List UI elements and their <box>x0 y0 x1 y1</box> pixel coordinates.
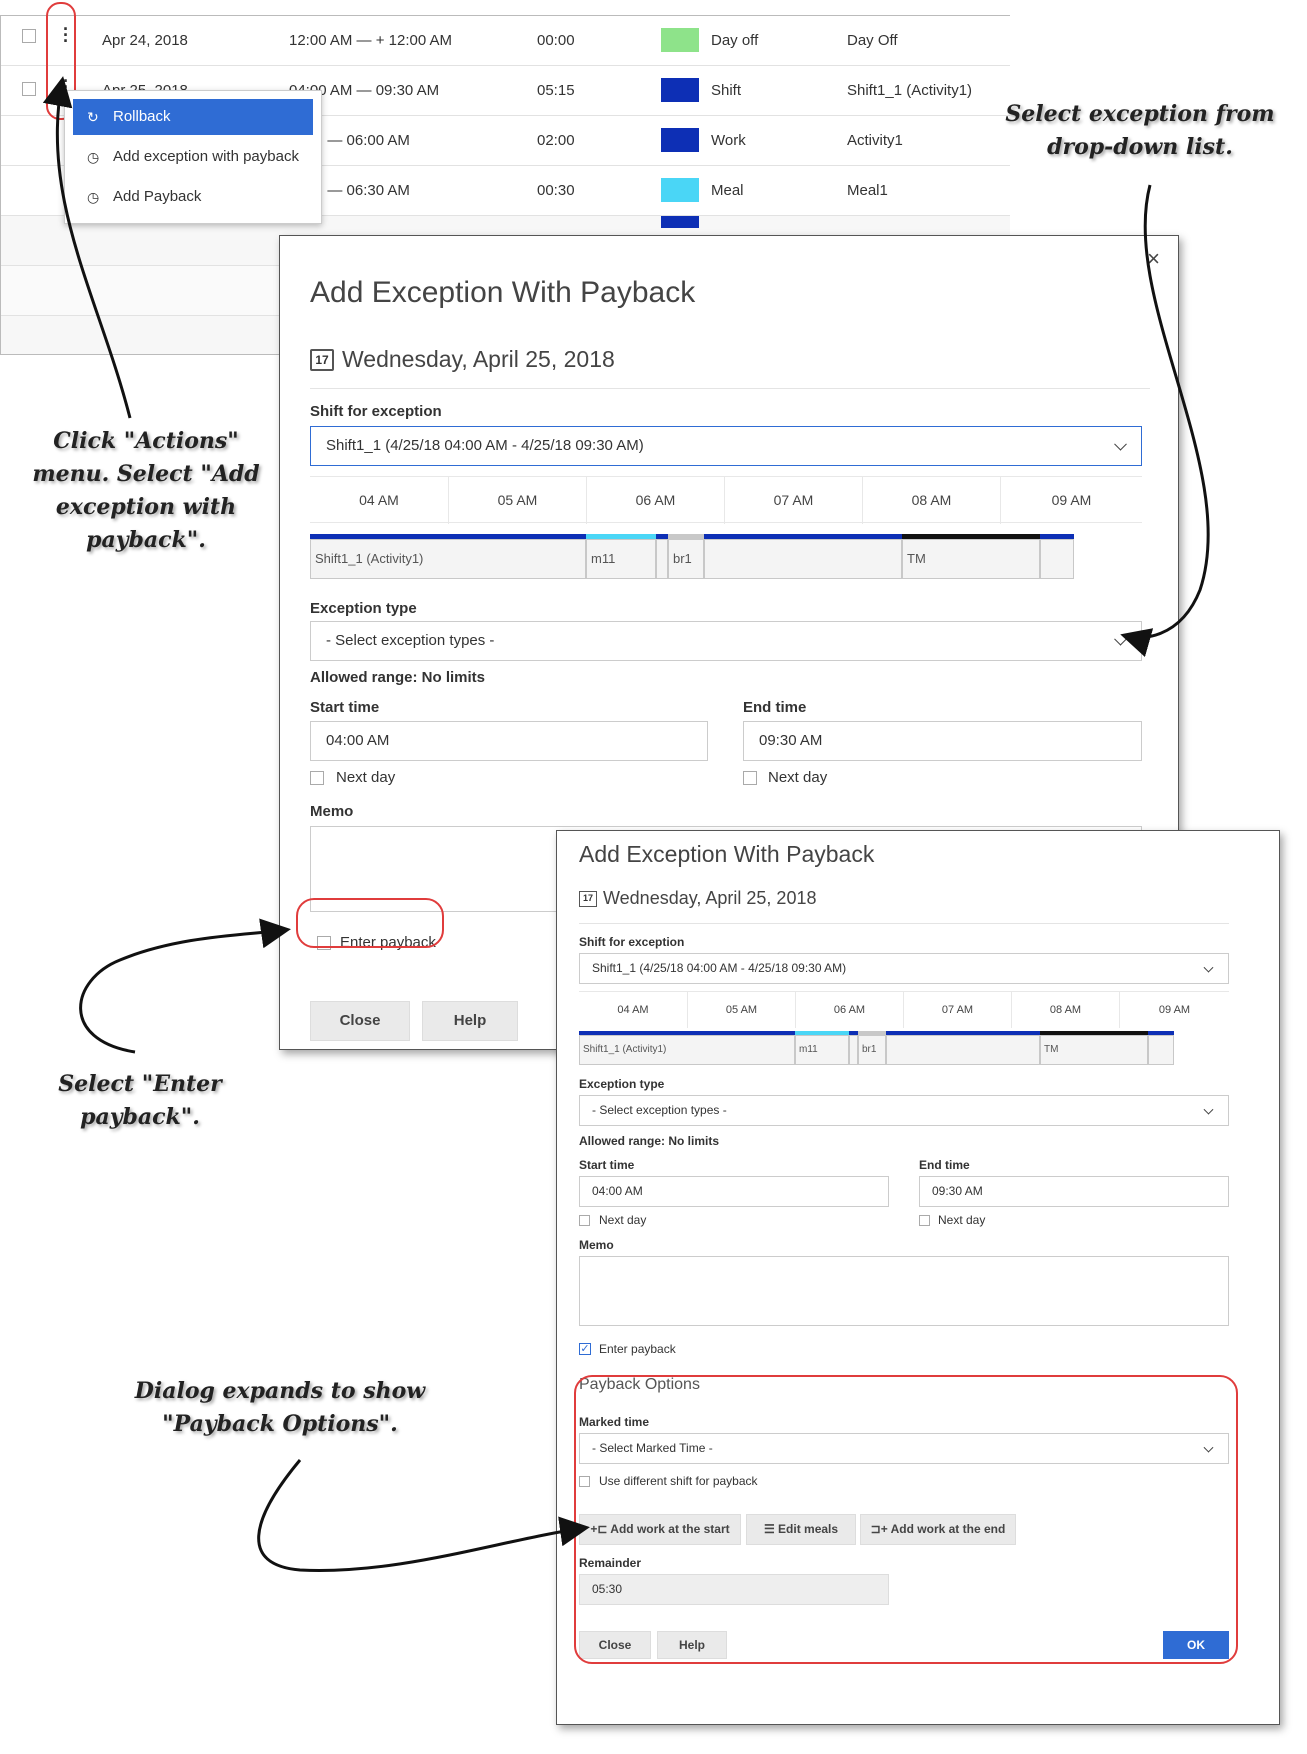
annotation-arrows <box>42 76 1210 1572</box>
